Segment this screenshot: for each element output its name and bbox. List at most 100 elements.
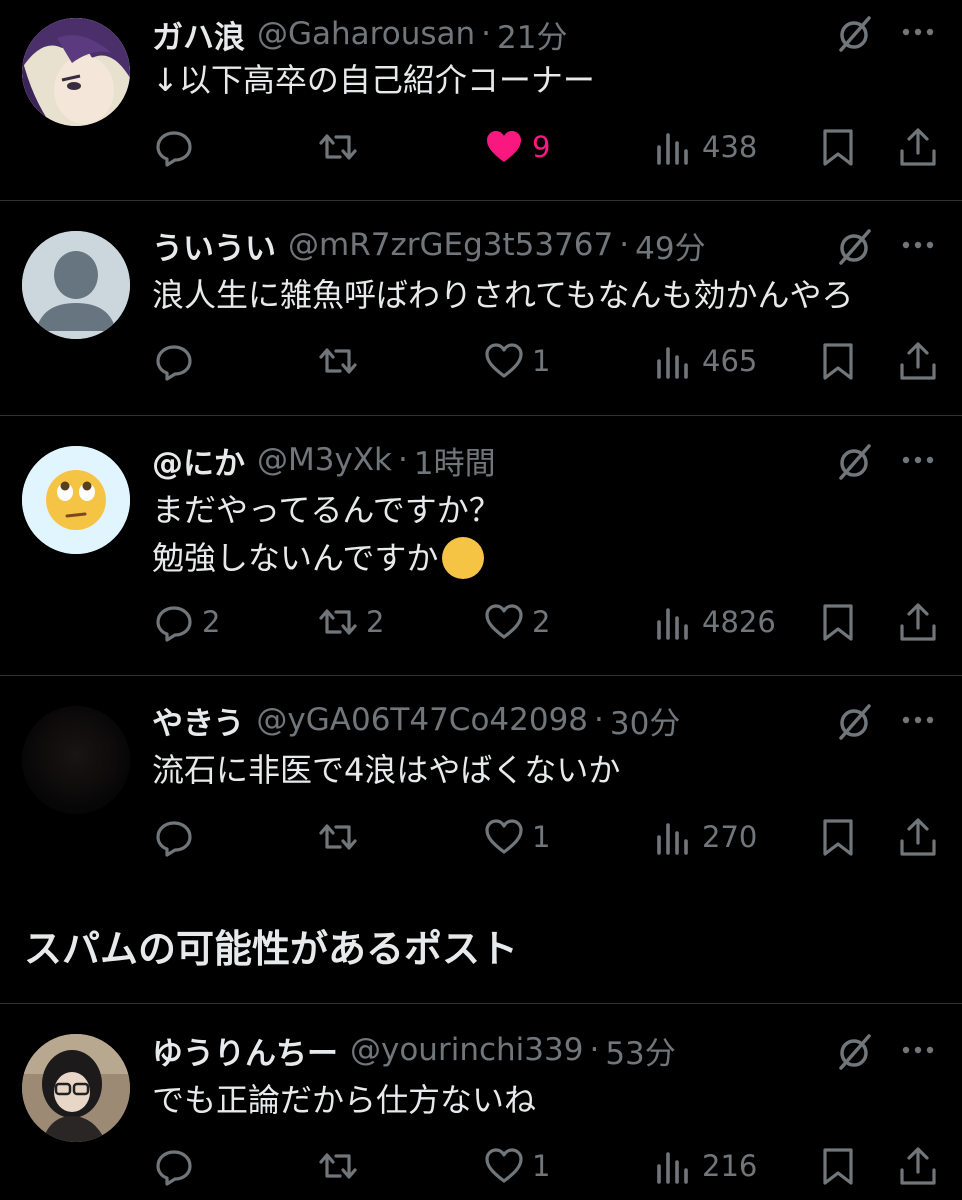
more-icon[interactable] — [896, 700, 940, 740]
views-icon — [657, 347, 688, 379]
reply-button[interactable] — [154, 812, 202, 862]
tweet-4[interactable]: やきう @yGA06T47Co42098 · 30分 流石に非医で4浪はやばくな… — [0, 676, 962, 890]
share-button[interactable] — [898, 812, 938, 862]
like-count: 1 — [532, 820, 551, 854]
tweet-2[interactable]: ういうい @mR7zrGEg3t53767 · 49分 浪人生に雑魚呼ばわりされ… — [0, 201, 962, 415]
tweet-text-line: まだやってるんですか？ — [152, 491, 501, 529]
share-icon — [900, 603, 936, 641]
share-button[interactable] — [898, 336, 938, 386]
share-icon — [900, 128, 936, 166]
tweet-1[interactable]: ガハ浪 @Gaharousan · 21分 ↓以下高卒の自己紹介コーナー 9 4… — [0, 0, 962, 200]
reply-icon — [156, 131, 192, 167]
like-button[interactable]: 9 — [484, 122, 550, 172]
tweet-text-content: 勉強しないんですか — [152, 539, 439, 577]
view-count: 4826 — [702, 605, 776, 639]
like-button[interactable]: 1 — [484, 812, 550, 862]
like-button[interactable]: 1 — [484, 336, 550, 386]
timestamp[interactable]: 30分 — [610, 698, 680, 743]
avatar[interactable] — [22, 231, 130, 339]
bookmark-icon — [823, 343, 853, 380]
timestamp[interactable]: 21分 — [497, 12, 567, 57]
grok-icon[interactable] — [835, 14, 875, 54]
view-count: 216 — [702, 1149, 758, 1183]
like-count: 1 — [532, 344, 551, 378]
reply-button[interactable] — [154, 122, 202, 172]
grok-icon[interactable] — [835, 1032, 875, 1072]
bookmark-button[interactable] — [818, 336, 858, 386]
like-icon — [485, 604, 523, 639]
retweet-button[interactable] — [318, 122, 366, 172]
avatar[interactable] — [22, 18, 130, 126]
spam-tweet[interactable]: ゆうりんちー @yourinchi339 · 53分 でも正論だから仕方ないね … — [0, 1004, 962, 1200]
retweet-button[interactable] — [318, 336, 366, 386]
more-icon[interactable] — [896, 1030, 940, 1070]
retweet-button[interactable] — [318, 1141, 366, 1191]
bookmark-button[interactable] — [818, 122, 858, 172]
views-button[interactable]: 438 — [654, 122, 757, 172]
avatar[interactable] — [22, 446, 130, 554]
user-handle[interactable]: @yourinchi339 — [350, 1032, 583, 1068]
views-button[interactable]: 4826 — [654, 597, 776, 647]
grok-icon[interactable] — [835, 227, 875, 267]
share-button[interactable] — [898, 597, 938, 647]
tweet-text-line: ↓以下高卒の自己紹介コーナー — [152, 61, 595, 99]
grok-icon[interactable] — [835, 702, 875, 742]
tweet-text-line: 勉強しないんですか 😆 — [152, 534, 501, 582]
views-icon — [657, 608, 688, 640]
retweet-icon — [319, 1153, 357, 1179]
like-count: 2 — [532, 605, 551, 639]
share-button[interactable] — [898, 122, 938, 172]
separator-dot: · — [481, 16, 491, 52]
like-count: 9 — [532, 130, 551, 164]
like-count: 1 — [532, 1149, 551, 1183]
tweet-header: ガハ浪 @Gaharousan · 21分 — [152, 12, 567, 57]
action-bar: 1 270 — [0, 812, 962, 862]
more-icon[interactable] — [896, 12, 940, 52]
timestamp[interactable]: 1時間 — [414, 438, 496, 483]
reply-button[interactable]: 2 — [154, 597, 220, 647]
reply-button[interactable] — [154, 1141, 202, 1191]
avatar[interactable] — [22, 1034, 130, 1142]
share-icon — [900, 342, 936, 380]
display-name[interactable]: ガハ浪 — [152, 12, 245, 57]
tweet-3[interactable]: @にか @M3yXk · 1時間 まだやってるんですか？ 勉強しないんですか 😆… — [0, 416, 962, 675]
like-icon — [485, 819, 523, 854]
timestamp[interactable]: 53分 — [605, 1028, 675, 1073]
more-icon[interactable] — [896, 225, 940, 265]
bookmark-icon — [823, 819, 853, 856]
bookmark-button[interactable] — [818, 597, 858, 647]
bookmark-button[interactable] — [818, 812, 858, 862]
view-count: 438 — [702, 130, 758, 164]
reply-count: 2 — [202, 605, 221, 639]
user-handle[interactable]: @yGA06T47Co42098 — [256, 702, 588, 738]
tweet-text-line: 流石に非医で4浪はやばくないか — [152, 751, 621, 789]
share-button[interactable] — [898, 1141, 938, 1191]
display-name[interactable]: ゆうりんちー — [152, 1028, 338, 1073]
action-bar: 1 465 — [0, 336, 962, 386]
display-name[interactable]: @にか — [152, 438, 245, 483]
retweet-button[interactable] — [318, 812, 366, 862]
like-button[interactable]: 1 — [484, 1141, 550, 1191]
tweet-text-line: 浪人生に雑魚呼ばわりされてもなんも効かんやろ — [152, 276, 854, 314]
bookmark-button[interactable] — [818, 1141, 858, 1191]
user-handle[interactable]: @Gaharousan — [257, 16, 475, 52]
views-button[interactable]: 216 — [654, 1141, 757, 1191]
more-icon[interactable] — [896, 440, 940, 480]
reply-button[interactable] — [154, 336, 202, 386]
share-icon — [900, 1147, 936, 1185]
retweet-button[interactable]: 2 — [318, 597, 384, 647]
views-button[interactable]: 465 — [654, 336, 757, 386]
timestamp[interactable]: 49分 — [635, 223, 705, 268]
display-name[interactable]: やきう — [152, 698, 244, 743]
views-icon — [657, 823, 688, 855]
display-name[interactable]: ういうい — [152, 223, 276, 268]
grinning-squint-emoji: 😆 — [442, 537, 485, 579]
separator-dot: · — [619, 227, 630, 263]
user-handle[interactable]: @mR7zrGEg3t53767 — [288, 227, 613, 263]
avatar[interactable] — [22, 706, 130, 814]
grok-icon[interactable] — [835, 442, 875, 482]
views-button[interactable]: 270 — [654, 812, 757, 862]
like-button[interactable]: 2 — [484, 597, 550, 647]
views-icon — [657, 133, 688, 165]
user-handle[interactable]: @M3yXk — [257, 442, 392, 478]
